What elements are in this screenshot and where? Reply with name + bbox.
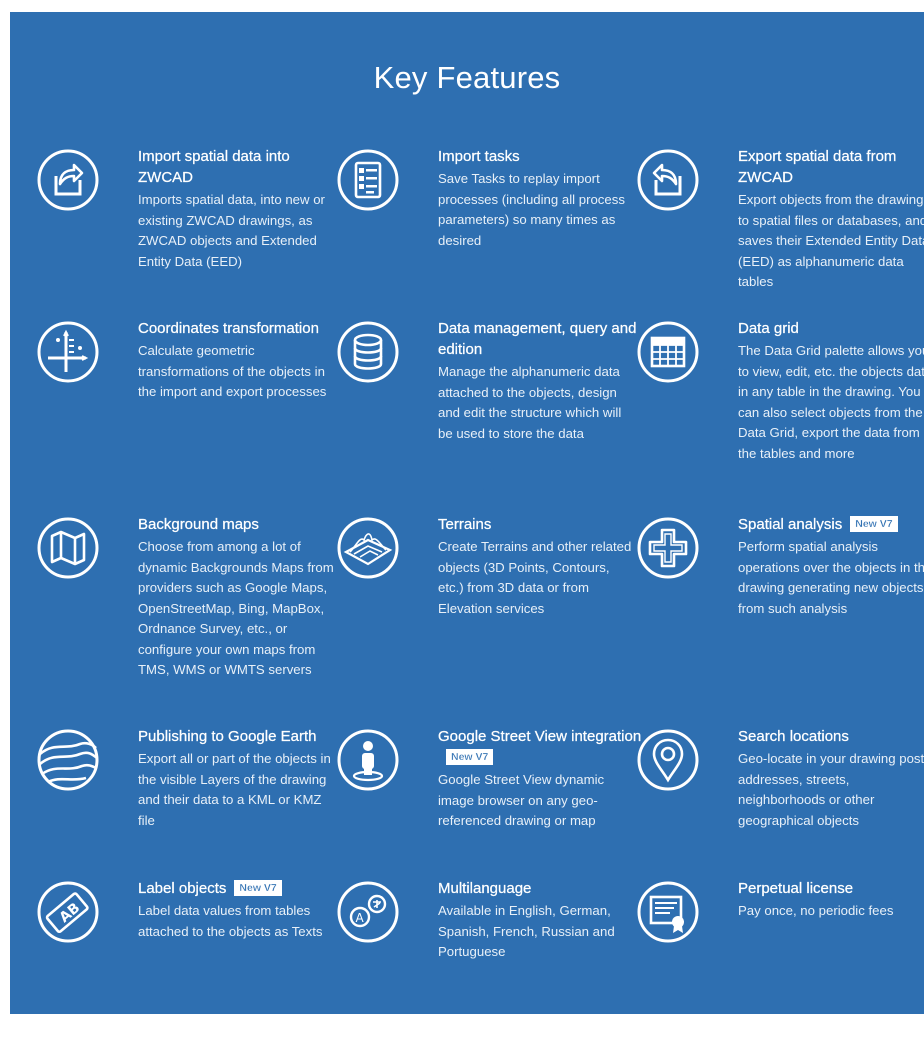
feature-title: Data grid <box>738 318 924 339</box>
feature-title-text: Import spatial data into ZWCAD <box>138 148 290 186</box>
spatial-union-icon <box>636 516 700 580</box>
svg-text:A: A <box>356 911 365 925</box>
pegman-icon <box>336 728 400 792</box>
feature-title: Perpetual license <box>738 878 924 899</box>
feature-description: Label data values from tables attached t… <box>138 903 323 939</box>
feature-title: Google Street View integration New V7 <box>438 726 642 768</box>
feature-title-text: Perpetual license <box>738 880 854 897</box>
feature-description: Manage the alphanumeric data attached to… <box>438 364 622 441</box>
export-arrow-icon <box>636 148 700 212</box>
feature-description: Google Street View dynamic image browser… <box>438 772 605 828</box>
new-version-badge: New V7 <box>850 516 898 532</box>
feature-title: Import tasks <box>438 146 642 167</box>
feature-description: Export all or part of the objects in the… <box>138 751 331 828</box>
feature-title: Data management, query and edition <box>438 318 642 360</box>
feature-title: Background maps <box>138 514 342 535</box>
feature-title: Publishing to Google Earth <box>138 726 342 747</box>
feature-title-text: Google Street View integration <box>438 728 642 745</box>
feature-title-text: Background maps <box>138 516 259 533</box>
feature-card: Import spatial data into ZWCAD Imports sp… <box>36 148 336 308</box>
axes-icon <box>36 320 100 384</box>
feature-description: Available in English, German, Spanish, F… <box>438 903 615 959</box>
map-pin-icon <box>636 728 700 792</box>
feature-card: A Multilanguage Available in English, Germ… <box>336 880 636 1040</box>
feature-title: Label objects New V7 <box>138 878 342 899</box>
page-title: Key Features <box>373 60 561 95</box>
globe-icon <box>36 728 100 792</box>
feature-title-text: Data grid <box>738 320 799 337</box>
feature-title: Coordinates transformation <box>138 318 342 339</box>
feature-card: Data grid The Data Grid palette allows yo… <box>636 320 924 480</box>
new-version-badge: New V7 <box>234 880 282 896</box>
feature-description: Pay once, no periodic fees <box>738 903 894 918</box>
checklist-icon <box>336 148 400 212</box>
feature-card: AB Label objects New V7 Label data values f… <box>36 880 336 1040</box>
feature-title: Spatial analysis New V7 <box>738 514 924 535</box>
feature-title-text: Import tasks <box>438 148 520 165</box>
feature-description: Create Terrains and other related object… <box>438 539 632 616</box>
feature-card: Coordinates transformation Calculate geom… <box>36 320 336 480</box>
feature-card: Perpetual license Pay once, no periodic f… <box>636 880 924 1040</box>
feature-title-text: Multilanguage <box>438 880 532 897</box>
feature-title: Terrains <box>438 514 642 535</box>
feature-title-text: Spatial analysis <box>738 516 843 533</box>
new-version-badge: New V7 <box>446 749 494 765</box>
feature-title-text: Publishing to Google Earth <box>138 728 317 745</box>
feature-title: Import spatial data into ZWCAD <box>138 146 342 188</box>
terrain-icon <box>336 516 400 580</box>
feature-description: Choose from among a lot of dynamic Backg… <box>138 539 334 677</box>
feature-title-text: Label objects <box>138 880 227 897</box>
feature-description: Geo-locate in your drawing postal addres… <box>738 751 924 828</box>
feature-description: Calculate geometric transformations of t… <box>138 343 327 399</box>
feature-card: Spatial analysis New V7 Perform spatial an… <box>636 516 924 676</box>
feature-title-text: Data management, query and edition <box>438 320 637 358</box>
grid-table-icon <box>636 320 700 384</box>
feature-description: Perform spatial analysis operations over… <box>738 539 924 616</box>
import-arrow-icon <box>36 148 100 212</box>
feature-card: Google Street View integrationNew V7 Goog… <box>336 728 641 888</box>
feature-title-text: Terrains <box>438 516 492 533</box>
certificate-icon <box>636 880 700 944</box>
feature-title: Export spatial data from ZWCAD <box>738 146 924 188</box>
feature-card: Terrains Create Terrains and other relate… <box>336 516 636 676</box>
feature-card: Export spatial data from ZWCAD Export obj… <box>636 148 924 308</box>
database-icon <box>336 320 400 384</box>
language-bubbles-icon: A <box>336 880 400 944</box>
feature-title: Search locations <box>738 726 924 747</box>
feature-description: Imports spatial data, into new or existi… <box>138 192 325 269</box>
feature-card: Search locations Geo-locate in your drawi… <box>636 728 924 888</box>
feature-card: Data management, query and edition Manage… <box>336 320 637 480</box>
feature-description: The Data Grid palette allows you to view… <box>738 343 924 461</box>
feature-title: Multilanguage <box>438 878 642 899</box>
feature-card: Import tasks Save Tasks to replay import … <box>336 148 636 308</box>
feature-title-text: Search locations <box>738 728 849 745</box>
feature-description: Export objects from the drawing to spati… <box>738 192 924 289</box>
feature-card: Background maps Choose from among a lot o… <box>36 516 336 677</box>
feature-title-text: Coordinates transformation <box>138 320 319 337</box>
feature-description: Save Tasks to replay import processes (i… <box>438 171 625 248</box>
feature-card: Publishing to Google Earth Export all or … <box>36 728 336 888</box>
label-tag-icon: AB <box>36 880 100 944</box>
feature-title-text: Export spatial data from ZWCAD <box>738 148 897 186</box>
folded-map-icon <box>36 516 100 580</box>
